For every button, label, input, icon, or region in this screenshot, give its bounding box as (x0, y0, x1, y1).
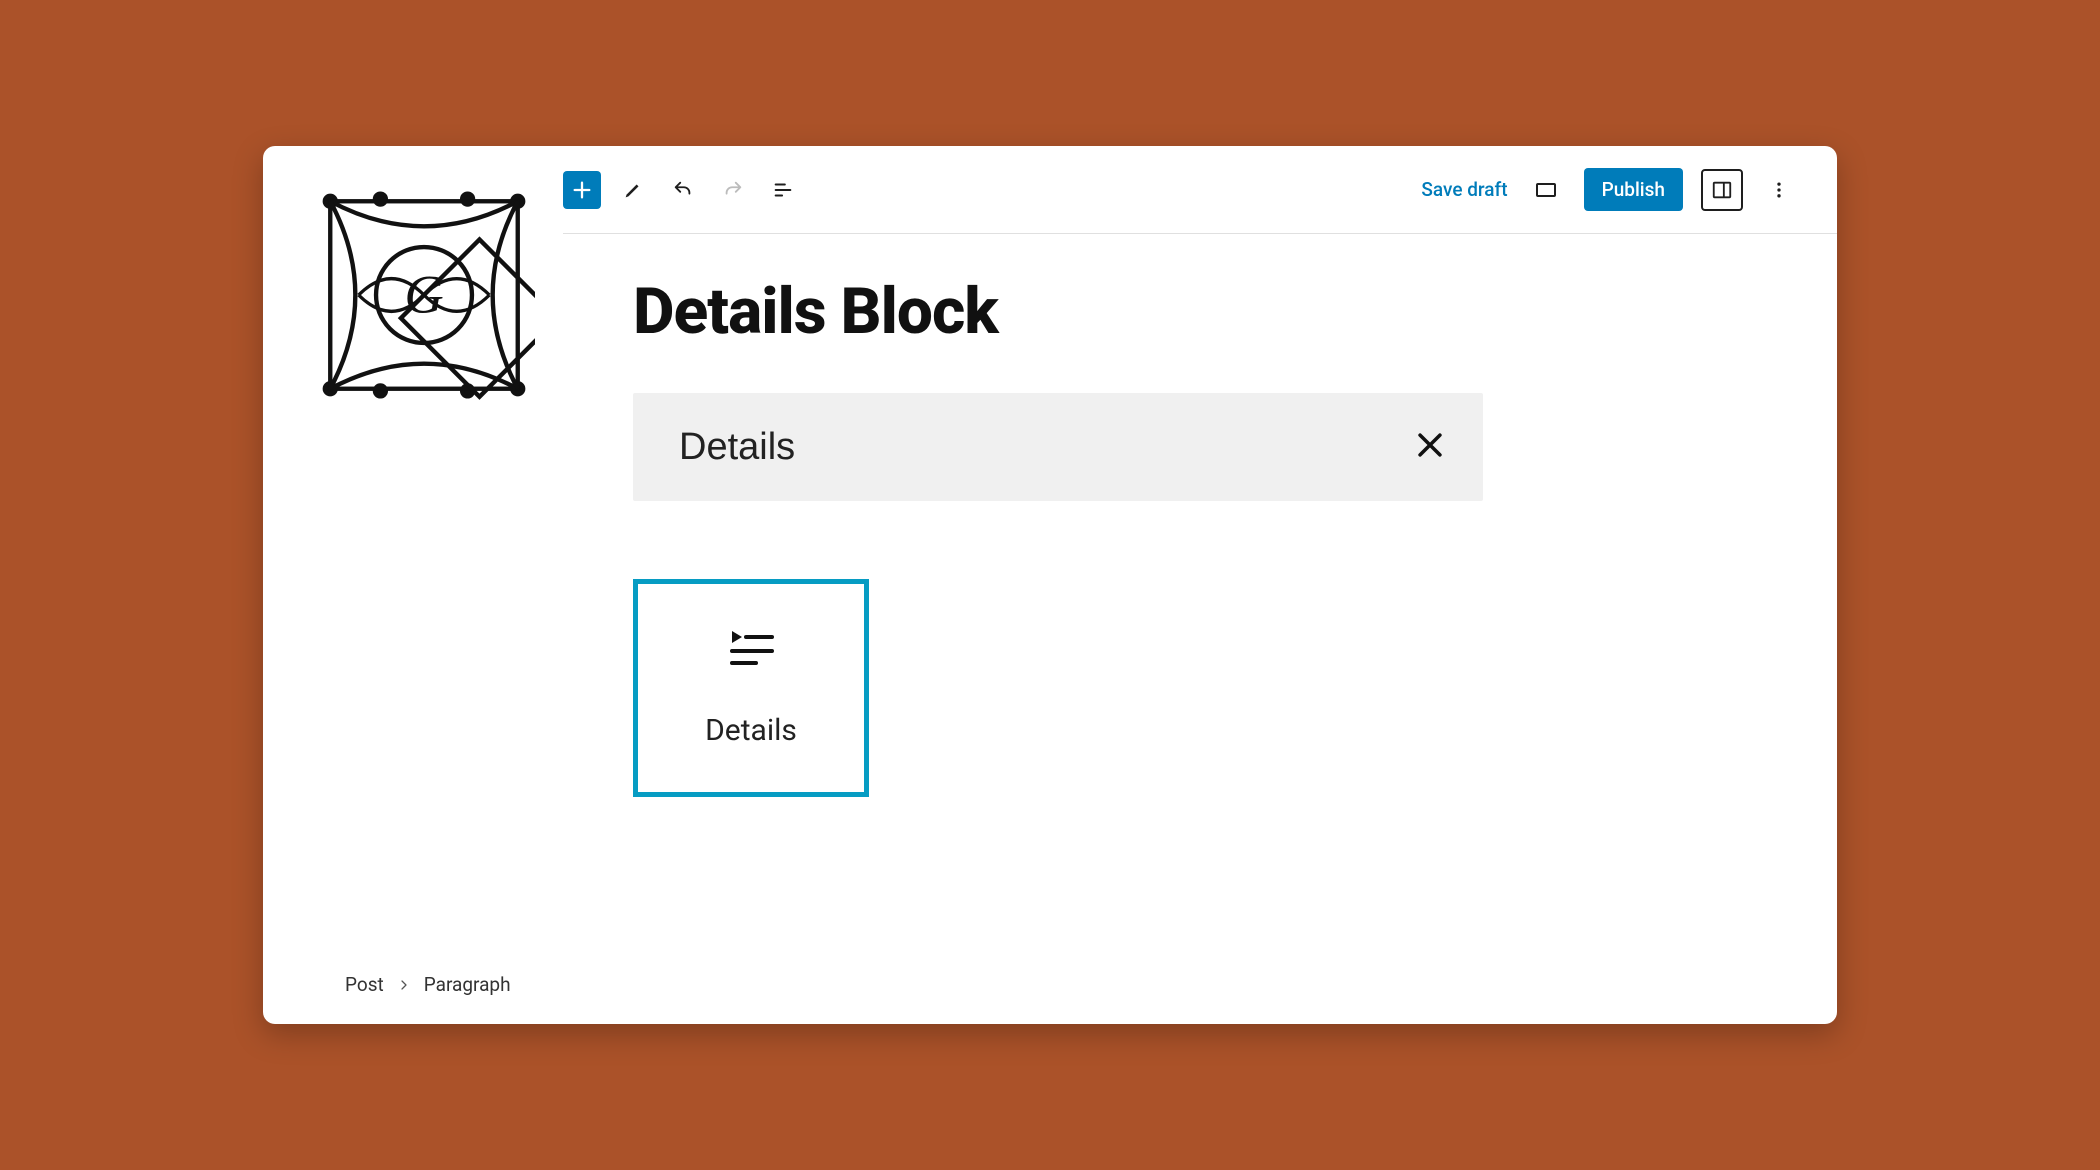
gutenberg-logo-icon: G (313, 186, 535, 404)
undo-button[interactable] (665, 172, 701, 208)
edit-mode-button[interactable] (615, 172, 651, 208)
content-area: Details Block (563, 234, 1837, 797)
publish-button[interactable]: Publish (1584, 168, 1683, 211)
breadcrumb: Post Paragraph (345, 973, 511, 996)
list-view-icon (772, 179, 794, 201)
main-column: Save draft Publish (563, 146, 1837, 1024)
page-title[interactable]: Details Block (633, 274, 1767, 349)
sidebar-icon (1711, 179, 1733, 201)
redo-icon (722, 179, 744, 201)
svg-text:G: G (404, 263, 443, 324)
block-result-label: Details (705, 713, 797, 748)
block-search-input[interactable] (679, 426, 1413, 469)
document-overview-button[interactable] (765, 172, 801, 208)
block-search-box (633, 393, 1483, 501)
close-icon (1413, 428, 1447, 462)
undo-icon (672, 179, 694, 201)
breadcrumb-root[interactable]: Post (345, 973, 384, 996)
redo-button[interactable] (715, 172, 751, 208)
more-vertical-icon (1769, 180, 1789, 200)
save-draft-button[interactable]: Save draft (1421, 178, 1507, 201)
plus-icon (571, 179, 593, 201)
preview-button[interactable] (1526, 170, 1566, 210)
editor-toolbar: Save draft Publish (563, 146, 1837, 234)
site-logo[interactable]: G (313, 186, 535, 404)
add-block-button[interactable] (563, 171, 601, 209)
toolbar-left (563, 171, 801, 209)
editor-body: G (263, 146, 1837, 1024)
desktop-icon (1534, 178, 1558, 202)
block-result-details[interactable]: Details (633, 579, 869, 797)
chevron-right-icon (398, 973, 410, 996)
pencil-icon (622, 179, 644, 201)
clear-search-button[interactable] (1413, 428, 1447, 466)
details-block-icon (728, 629, 774, 673)
left-column: G (263, 146, 563, 1024)
editor-window: G (263, 146, 1837, 1024)
toolbar-right: Save draft Publish (1421, 168, 1797, 211)
settings-sidebar-toggle[interactable] (1701, 169, 1743, 211)
breadcrumb-current[interactable]: Paragraph (424, 973, 511, 996)
more-options-button[interactable] (1761, 172, 1797, 208)
